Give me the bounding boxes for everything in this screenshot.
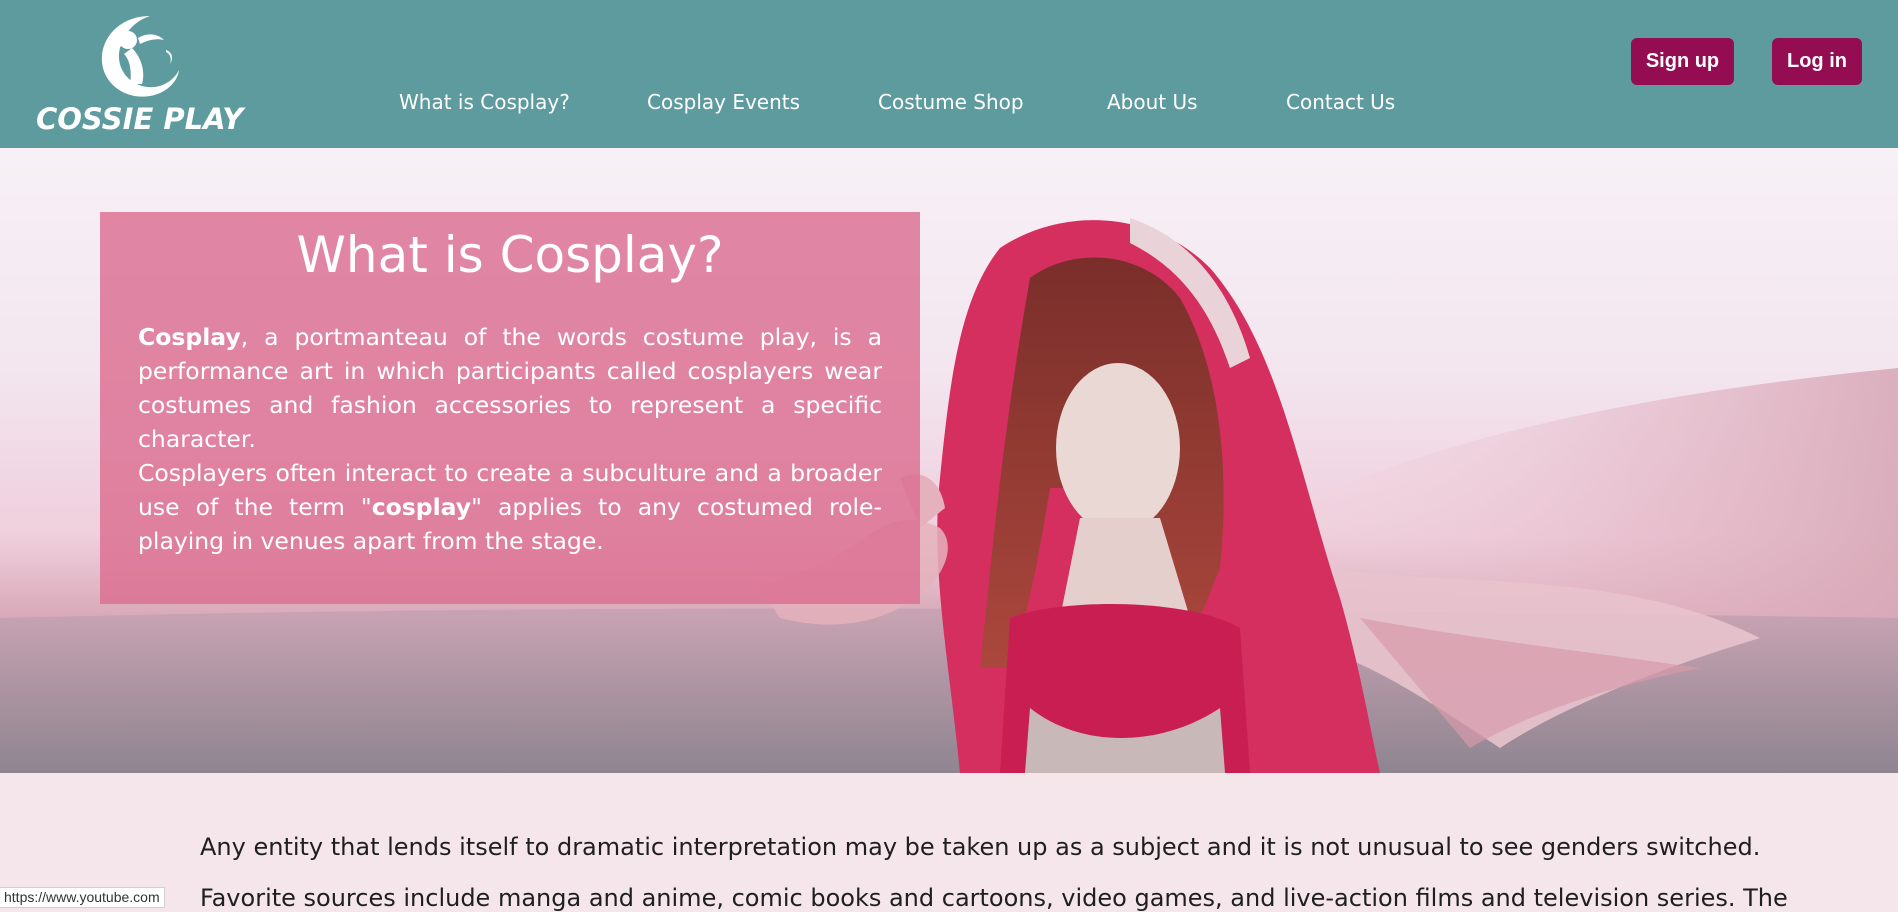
hero-banner: What is Cosplay? Cosplay, a portmanteau … [0, 148, 1898, 773]
content-paragraph-2: Favorite sources include manga and anime… [200, 884, 1788, 912]
link-status-bar: https://www.youtube.com [0, 887, 165, 908]
hero-title: What is Cosplay? [296, 226, 724, 284]
nav-item-contact-us[interactable]: Contact Us [1286, 90, 1395, 114]
site-logo[interactable]: COSSIE PLAY [34, 10, 243, 140]
hero-info-card: What is Cosplay? Cosplay, a portmanteau … [100, 212, 920, 604]
hero-paragraph-2: Cosplayers often interact to create a su… [138, 456, 882, 558]
cosplay-term-bold-2: cosplay [371, 493, 472, 521]
main-nav: What is Cosplay? Cosplay Events Costume … [0, 90, 1898, 120]
nav-item-about-us[interactable]: About Us [1107, 90, 1198, 114]
hero-paragraph-1: Cosplay, a portmanteau of the words cost… [138, 320, 882, 456]
hero-paragraph-1-text: , a portmanteau of the words costume pla… [138, 323, 882, 453]
nav-item-cosplay-events[interactable]: Cosplay Events [647, 90, 800, 114]
moon-girl-logo-icon [101, 16, 179, 97]
login-button[interactable]: Log in [1772, 38, 1862, 85]
cosplay-term-bold: Cosplay [138, 323, 241, 351]
signup-button[interactable]: Sign up [1631, 38, 1734, 85]
hero-description: Cosplay, a portmanteau of the words cost… [138, 320, 882, 558]
nav-item-costume-shop[interactable]: Costume Shop [878, 90, 1024, 114]
site-header: COSSIE PLAY What is Cosplay? Cosplay Eve… [0, 0, 1898, 148]
content-paragraph-1: Any entity that lends itself to dramatic… [200, 833, 1761, 861]
nav-item-what-is-cosplay[interactable]: What is Cosplay? [399, 90, 570, 114]
